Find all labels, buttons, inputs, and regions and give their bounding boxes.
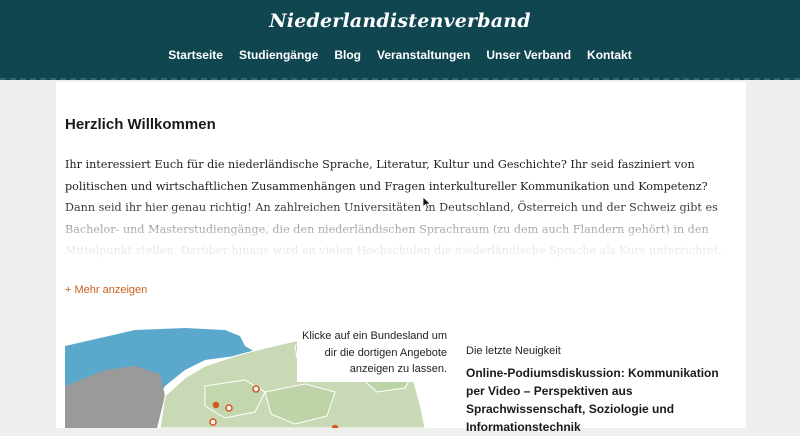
main-nav: Startseite Studiengänge Blog Veranstaltu… bbox=[0, 48, 800, 62]
site-header: Niederlandistenverband Startseite Studie… bbox=[0, 0, 800, 80]
location-marker-icon[interactable] bbox=[212, 401, 220, 409]
nav-item-startseite[interactable]: Startseite bbox=[160, 48, 231, 62]
location-marker-icon[interactable] bbox=[225, 404, 233, 412]
nav-item-studiengaenge[interactable]: Studiengänge bbox=[231, 48, 326, 62]
nav-item-unser-verband[interactable]: Unser Verband bbox=[478, 48, 579, 62]
nav-item-veranstaltungen[interactable]: Veranstaltungen bbox=[369, 48, 478, 62]
states-map[interactable]: Klicke auf ein Bundesland um dir die dor… bbox=[65, 326, 451, 428]
mouse-pointer-icon bbox=[422, 195, 432, 214]
news-title-link[interactable]: Online-Podiumsdiskussion: Kommunikation … bbox=[466, 364, 726, 436]
show-more-link[interactable]: + Mehr anzeigen bbox=[65, 284, 147, 296]
news-label: Die letzte Neuigkeit bbox=[466, 345, 561, 357]
text-fade-overlay bbox=[56, 202, 746, 272]
nav-item-kontakt[interactable]: Kontakt bbox=[579, 48, 640, 62]
main-content: Herzlich Willkommen Ihr interessiert Euc… bbox=[56, 82, 746, 434]
map-hint: Klicke auf ein Bundesland um dir die dor… bbox=[297, 328, 451, 382]
location-marker-icon[interactable] bbox=[252, 385, 260, 393]
page-title: Herzlich Willkommen bbox=[65, 116, 216, 133]
site-title[interactable]: Niederlandistenverband bbox=[0, 10, 800, 32]
location-marker-icon[interactable] bbox=[209, 418, 217, 426]
nav-item-blog[interactable]: Blog bbox=[326, 48, 369, 62]
